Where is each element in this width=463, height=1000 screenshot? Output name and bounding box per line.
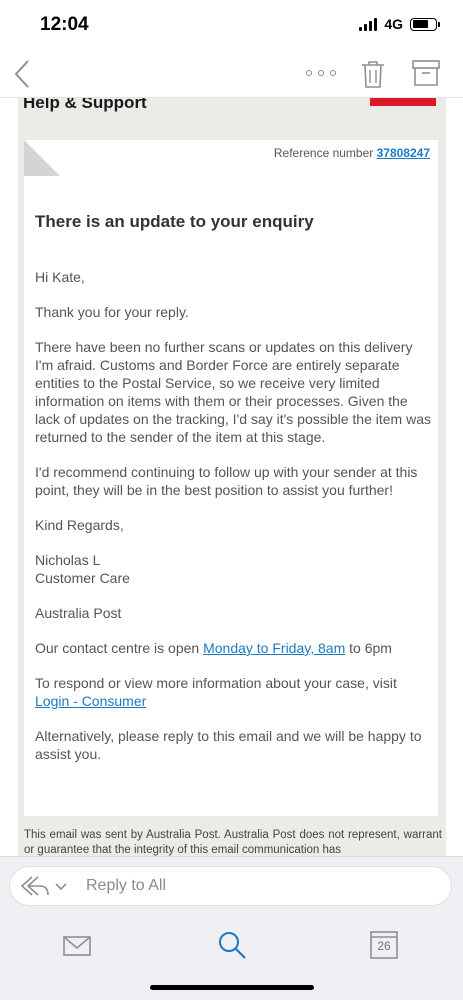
contact-hours: Our contact centre is open Monday to Fri…	[35, 639, 433, 657]
contact-hours-link[interactable]: Monday to Friday, 8am	[203, 640, 345, 656]
reference-line: Reference number 37808247	[274, 146, 430, 160]
network-type: 4G	[384, 16, 403, 32]
archive-button[interactable]	[412, 60, 440, 86]
para-scans: There have been no further scans or upda…	[35, 339, 431, 445]
reply-all-field[interactable]: Reply to All	[9, 866, 452, 906]
corner-fold-icon	[24, 140, 60, 176]
email-body[interactable]: Help & Support Reference number 37808247…	[0, 98, 463, 856]
respond-text: To respond or view more information abou…	[35, 675, 397, 691]
closing: Kind Regards,	[35, 517, 124, 533]
reply-all-icon[interactable]	[20, 875, 50, 897]
contact-prefix: Our contact centre is open	[35, 640, 204, 656]
header-red-button[interactable]	[370, 98, 436, 106]
calendar-day: 26	[377, 939, 391, 953]
home-indicator	[150, 985, 314, 990]
login-consumer-link[interactable]: Login - Consumer	[35, 693, 146, 709]
mail-icon[interactable]	[63, 936, 91, 956]
reference-label: Reference number	[273, 146, 374, 160]
more-icon[interactable]	[306, 68, 336, 78]
alternative-text: Alternatively, please reply to this emai…	[35, 728, 422, 762]
archive-icon	[412, 60, 440, 86]
email-toolbar	[0, 50, 463, 98]
para-recommend: I'd recommend continuing to follow up wi…	[35, 464, 418, 498]
calendar-button[interactable]: 26	[370, 929, 398, 959]
contact-suffix: to 6pm	[345, 640, 392, 656]
chevron-down-icon[interactable]	[54, 879, 68, 893]
signature: Nicholas L Customer Care	[35, 551, 433, 587]
reply-bar: Reply to All	[0, 856, 463, 916]
back-button[interactable]	[12, 58, 36, 90]
signature-name: Nicholas L	[35, 552, 101, 568]
search-icon[interactable]	[217, 930, 247, 960]
message-card: Reference number 37808247 There is an up…	[24, 140, 438, 816]
message-text: Hi Kate, Thank you for your reply. There…	[35, 268, 433, 780]
signal-icon	[359, 17, 378, 31]
greeting: Hi Kate,	[35, 269, 85, 285]
signature-role: Customer Care	[35, 570, 130, 586]
para-thanks: Thank you for your reply.	[35, 304, 189, 320]
help-heading: Help & Support	[23, 98, 147, 112]
email-frame: Help & Support Reference number 37808247…	[18, 98, 446, 856]
status-indicators: 4G	[359, 16, 440, 32]
respond-info: To respond or view more information abou…	[35, 674, 433, 710]
reference-number-link[interactable]: 37808247	[377, 146, 430, 160]
trash-icon	[362, 61, 384, 88]
battery-icon	[410, 17, 440, 31]
status-time: 12:04	[40, 14, 89, 35]
trash-button[interactable]	[361, 60, 385, 88]
update-title: There is an update to your enquiry	[35, 212, 314, 231]
status-bar: 12:04 4G	[0, 0, 463, 50]
bottom-nav: 26	[0, 916, 463, 1000]
reply-placeholder: Reply to All	[86, 877, 167, 894]
footer-disclaimer: This email was sent by Australia Post. A…	[24, 829, 442, 856]
company-name: Australia Post	[35, 605, 122, 621]
back-icon	[14, 60, 29, 88]
